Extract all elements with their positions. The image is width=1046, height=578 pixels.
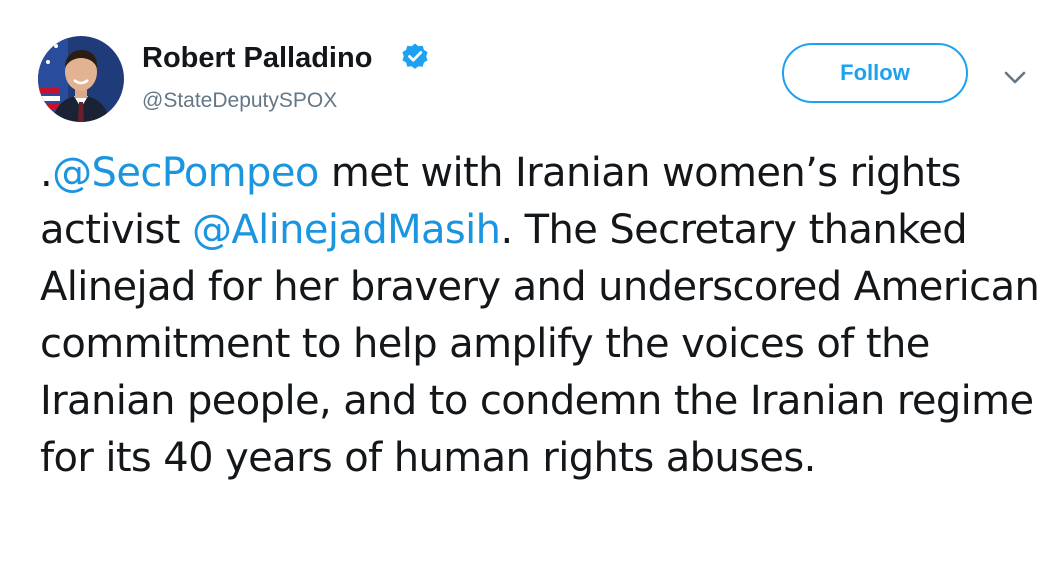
follow-button[interactable]: Follow bbox=[782, 43, 968, 103]
mention-link-alinejadmasih[interactable]: @AlinejadMasih bbox=[192, 207, 501, 253]
verified-badge-icon bbox=[402, 43, 428, 69]
tweet-lead: . bbox=[40, 150, 53, 196]
avatar-image bbox=[38, 36, 124, 122]
mention-link-secpompeo[interactable]: @SecPompeo bbox=[52, 150, 319, 196]
avatar[interactable] bbox=[38, 36, 124, 122]
tweet-card: Robert Palladino @StateDeputySPOX Follow… bbox=[0, 0, 1046, 578]
chevron-down-icon[interactable] bbox=[1002, 67, 1028, 87]
author-name[interactable]: Robert Palladino bbox=[142, 40, 372, 76]
author-handle[interactable]: @StateDeputySPOX bbox=[142, 88, 337, 114]
tweet-text: .@SecPompeo met with Iranian women’s rig… bbox=[40, 145, 1040, 487]
